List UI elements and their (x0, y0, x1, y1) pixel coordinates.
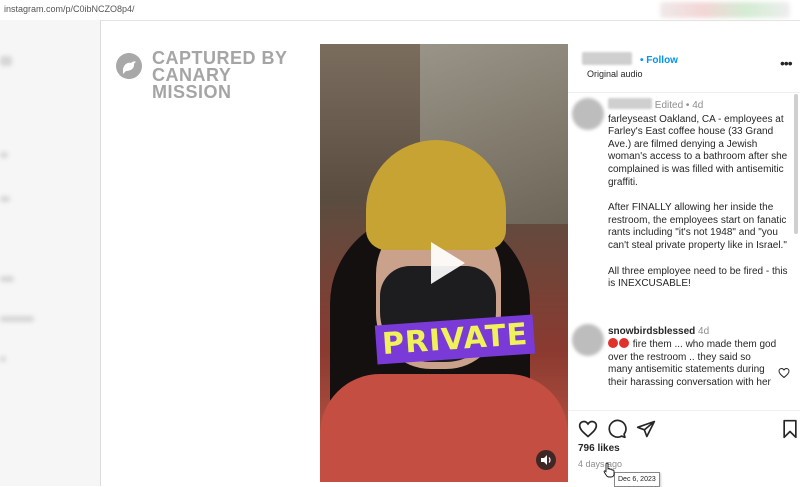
comment-username[interactable]: snowbirdsblessed (608, 326, 695, 337)
play-icon[interactable] (417, 236, 471, 290)
caption-author-blurred[interactable] (608, 98, 652, 109)
comment-age: 4d (698, 326, 710, 337)
sidebar-blurred-item (0, 276, 14, 282)
caption-paragraph: After FINALLY allowing her inside the re… (608, 202, 787, 251)
post-details-panel: • Follow Original audio ••• Edited • 4d … (568, 44, 800, 486)
comment-item: snowbirdsblessed 4d fire them ... who ma… (608, 326, 778, 389)
edited-label: Edited (654, 100, 684, 111)
bookmark-icon[interactable] (780, 419, 800, 439)
comment-like-heart-icon[interactable] (778, 366, 790, 379)
comment-icon[interactable] (607, 419, 627, 439)
sticker-text: PRIVATE (380, 316, 530, 363)
comment-text: fire them ... who made them god over the… (608, 339, 777, 388)
sidebar-blurred-item (0, 196, 10, 202)
angry-emoji-icon (608, 338, 618, 349)
post-caption: Edited • 4d farleyseast Oakland, CA - em… (608, 98, 790, 304)
browser-address-bar[interactable]: instagram.com/p/C0ibNCZO8p4/ (0, 0, 800, 21)
caption-separator: • (685, 100, 690, 111)
sidebar-blurred-item (0, 316, 34, 322)
video-person-jacket (320, 374, 568, 482)
canary-mission-watermark: CAPTURED BY CANARY MISSION (116, 49, 316, 101)
author-avatar[interactable] (572, 98, 604, 130)
left-sidebar (0, 20, 101, 486)
post-header: • Follow Original audio ••• (568, 44, 800, 93)
follow-separator: • (640, 55, 644, 66)
comments-scrollbar[interactable] (794, 94, 798, 234)
caption-paragraph: All three employee need to be fired - th… (608, 265, 788, 290)
sidebar-blurred-item (0, 152, 8, 158)
sidebar-blurred-item (0, 356, 6, 362)
url-text[interactable]: instagram.com/p/C0ibNCZO8p4/ (4, 4, 135, 14)
post-time-ago[interactable]: 4 days ago (578, 459, 622, 469)
hand-cursor-icon (603, 462, 615, 478)
likes-count[interactable]: 796 likes (578, 443, 620, 454)
sidebar-blurred-item (0, 56, 12, 66)
toolbar-blurred-region (660, 2, 790, 18)
post-video[interactable]: PRIVATE (320, 44, 568, 482)
caption-paragraph: farleyseast Oakland, CA - employees at F… (608, 113, 788, 188)
watermark-text: CAPTURED BY CANARY MISSION (152, 49, 316, 102)
share-icon[interactable] (636, 419, 656, 439)
author-name-blurred[interactable] (582, 52, 632, 65)
watermark-line-2: CANARY MISSION (152, 65, 232, 102)
caption-age: 4d (692, 100, 704, 111)
canary-bird-icon (116, 53, 142, 79)
angry-emoji-icon (619, 338, 629, 349)
follow-button[interactable]: • Follow (640, 55, 678, 66)
heart-icon[interactable] (578, 419, 598, 439)
more-options-icon[interactable]: ••• (780, 55, 793, 71)
commenter-avatar[interactable] (572, 324, 604, 356)
date-tooltip: Dec 6, 2023 (614, 472, 660, 487)
original-audio-link[interactable]: Original audio (587, 69, 643, 79)
follow-label[interactable]: Follow (646, 55, 678, 66)
speaker-icon[interactable] (536, 450, 556, 470)
